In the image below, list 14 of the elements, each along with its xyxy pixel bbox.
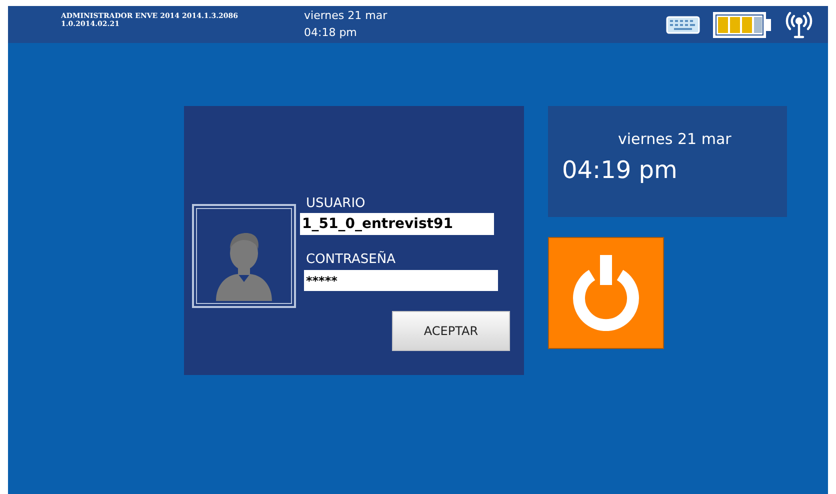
username-field[interactable]: 1_51_0_entrevist91 — [300, 213, 494, 235]
time-text: 04:18 pm — [304, 25, 358, 41]
clock-time: 04:19 pm — [562, 154, 678, 184]
date-text: viernes 21 mar — [304, 8, 388, 24]
battery-icon — [712, 11, 772, 39]
power-button[interactable] — [548, 237, 664, 349]
password-label: CONTRASEÑA — [306, 252, 396, 268]
username-label: USUARIO — [306, 196, 366, 212]
keyboard-icon[interactable] — [666, 16, 700, 34]
power-icon — [570, 255, 642, 331]
password-field[interactable]: ***** — [304, 270, 498, 291]
clock-date: viernes 21 mar — [618, 129, 732, 150]
accept-button[interactable]: ACEPTAR — [392, 311, 510, 351]
wireless-signal-icon — [784, 10, 814, 40]
